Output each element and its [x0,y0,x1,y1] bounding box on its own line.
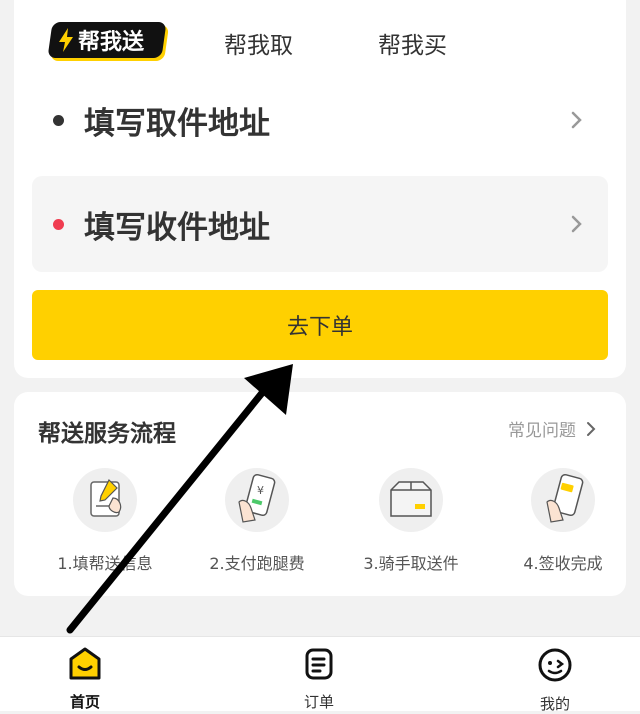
dropoff-address-row[interactable]: 填写收件地址 [32,176,608,272]
dropoff-dot [53,218,64,230]
tab-help-pickup[interactable]: 帮我取 [224,26,293,60]
nav-profile[interactable]: 我的 [515,647,595,714]
place-order-button[interactable]: 去下单 [32,290,608,360]
flow-step: ¥ 2.支付跑腿费 [182,468,332,574]
pickup-address-row[interactable]: 填写取件地址 [32,72,608,168]
pickup-dot [53,114,64,126]
tab-help-send[interactable]: 帮我送 [47,22,167,58]
faq-label: 常见问题 [508,421,576,441]
profile-icon [538,648,572,682]
orders-icon [305,648,333,680]
dropoff-address-label: 填写收件地址 [84,209,270,246]
flow-step: 1.填帮送信息 [30,468,180,574]
tab-help-buy[interactable]: 帮我买 [378,26,447,60]
faq-link[interactable]: 常见问题 [508,416,600,441]
nav-orders[interactable]: 订单 [279,647,359,712]
chevron-right-icon [571,215,582,233]
fill-form-icon [73,468,137,532]
flow-steps: 1.填帮送信息 ¥ 2.支付跑腿费 3.骑手取送件 4.签收完成 [14,468,626,588]
sign-phone-icon [531,468,595,532]
package-box-icon [379,468,443,532]
bottom-nav: 首页 订单 我的 [0,636,640,714]
flow-step-label: 2.支付跑腿费 [209,554,305,573]
flow-title: 帮送服务流程 [38,421,176,447]
service-tabs: 帮我送 帮我取 帮我买 [14,0,626,80]
chevron-right-icon [571,111,582,129]
chevron-right-icon [587,421,596,436]
delivery-card: 帮我送 帮我取 帮我买 填写取件地址 填写收件地址 去下单 [14,0,626,378]
svg-text:¥: ¥ [257,484,264,497]
nav-home-label: 首页 [69,693,100,711]
flow-step-label: 4.签收完成 [523,554,603,573]
nav-profile-label: 我的 [539,695,570,713]
flow-step-label: 3.骑手取送件 [363,554,459,573]
home-icon [69,647,101,680]
tab-help-send-label: 帮我送 [78,30,145,55]
flow-step: 4.签收完成 [488,468,638,574]
payment-phone-icon: ¥ [225,468,289,532]
flow-step-label: 1.填帮送信息 [57,554,153,573]
pickup-address-label: 填写取件地址 [84,105,270,142]
service-flow-card: 帮送服务流程 常见问题 1.填帮送信息 ¥ 2.支付跑腿费 3.骑手取送件 4.… [14,392,626,596]
flow-step: 3.骑手取送件 [336,468,486,574]
lightning-icon [59,28,73,52]
nav-orders-label: 订单 [303,693,334,711]
nav-home[interactable]: 首页 [45,647,125,712]
